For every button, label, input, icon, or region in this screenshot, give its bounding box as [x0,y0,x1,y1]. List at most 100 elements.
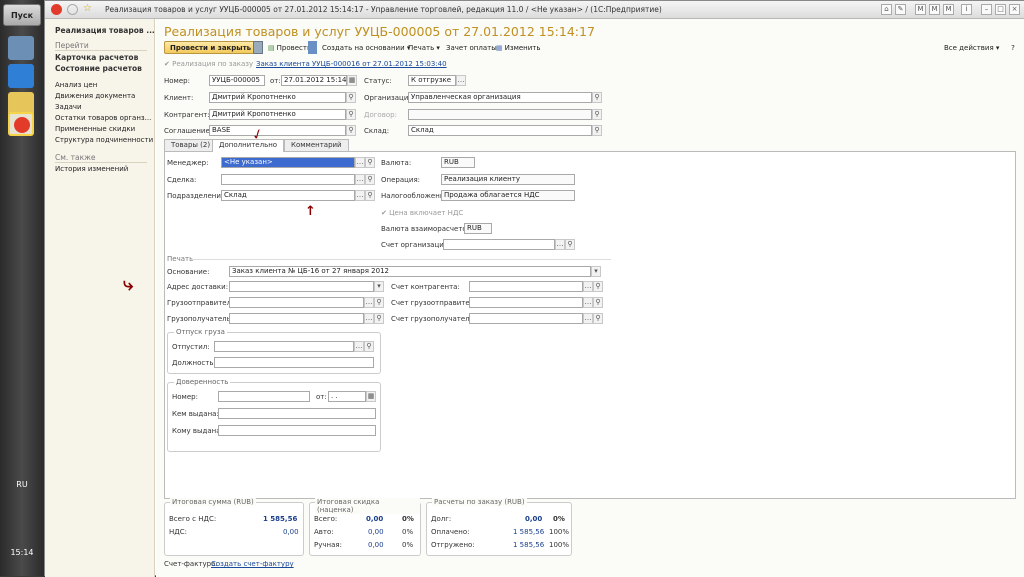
search-icon[interactable]: ⚲ [592,92,602,103]
select-icon[interactable]: … [355,157,365,168]
position-field[interactable] [214,357,374,368]
post-and-close-button[interactable]: Провести и закрыть [164,41,258,54]
released-by-field[interactable] [214,341,354,352]
search-icon[interactable]: ⚲ [593,281,603,292]
search-icon[interactable]: ⚲ [593,313,603,324]
close-icon[interactable]: × [1009,4,1020,15]
operation-field[interactable]: Реализация клиенту [441,174,575,185]
status-select-icon[interactable]: … [456,75,466,86]
clock[interactable]: 15:14 [0,548,44,557]
consignee-account-field[interactable] [469,313,583,324]
star-icon[interactable]: ☆ [83,3,92,14]
select-icon[interactable]: … [364,297,374,308]
status-field[interactable]: К отгрузке [408,75,456,86]
proxy-date-field[interactable]: . . [328,391,366,402]
select-icon[interactable]: … [583,281,593,292]
nav-link[interactable]: Движения документа [55,92,153,100]
maximize-icon[interactable]: □ [995,4,1006,15]
order-link[interactable]: Заказ клиента УУЦБ-000016 от 27.01.2012 … [256,60,447,68]
create-invoice-link[interactable]: Создать счет-фактуру [211,560,294,568]
consignee-field[interactable] [229,313,364,324]
print-menu[interactable]: Печать ▾ [408,41,440,54]
vat-included-checkbox[interactable]: ✔ Цена включает НДС [381,209,463,217]
powershell-icon[interactable] [8,64,34,88]
search-icon[interactable]: ⚲ [374,297,384,308]
order-checkbox[interactable]: ✔ Реализация по заказу [164,60,253,68]
language-indicator[interactable]: RU [0,480,44,489]
search-icon[interactable]: ⚲ [365,157,375,168]
edit-button[interactable]: ▦ Изменить [496,41,541,54]
search-icon[interactable]: ⚲ [346,92,356,103]
nav-link[interactable]: Структура подчиненности [55,136,153,144]
proxy-number-field[interactable] [218,391,310,402]
memory-minus-icon[interactable]: M [943,4,954,15]
memory-plus-icon[interactable]: M [929,4,940,15]
search-icon[interactable]: ⚲ [374,313,384,324]
server-icon[interactable] [8,36,34,60]
edit-icon[interactable]: ✎ [895,4,906,15]
help-icon[interactable]: ? [1008,41,1018,54]
date-field[interactable]: 27.01.2012 15:14:17 [281,75,347,86]
issued-by-field[interactable] [218,408,376,419]
save-icon[interactable] [253,41,263,54]
select-icon[interactable]: … [364,313,374,324]
search-icon[interactable]: ⚲ [346,125,356,136]
org-account-field[interactable] [443,239,555,250]
home-icon[interactable]: ⌂ [881,4,892,15]
taxation-field[interactable]: Продажа облагается НДС [441,190,575,201]
memory-m-icon[interactable]: M [915,4,926,15]
department-field[interactable]: Склад [221,190,355,201]
issued-to-field[interactable] [218,425,376,436]
shipper-account-field[interactable] [469,297,583,308]
1c-app-icon[interactable] [8,112,34,136]
nav-link[interactable]: Примененные скидки [55,125,153,133]
back-icon[interactable] [67,4,78,15]
shipper-field[interactable] [229,297,364,308]
start-button[interactable]: Пуск [3,4,41,26]
nav-link-state[interactable]: Состояние расчетов [55,64,142,73]
nav-link[interactable]: Задачи [55,103,153,111]
search-icon[interactable]: ⚲ [592,109,602,120]
dropdown-arrow-icon[interactable]: ▾ [374,281,384,292]
nav-link[interactable]: Остатки товаров органз... [55,114,153,122]
create-based-on-menu[interactable]: Создать на основании ▾ [322,41,410,54]
settlement-currency-field[interactable]: RUB [464,223,492,234]
number-field[interactable]: УУЦБ-000005 [209,75,265,86]
contractor-account-field[interactable] [469,281,583,292]
select-icon[interactable]: … [354,341,364,352]
calendar-icon[interactable]: ▦ [347,75,357,86]
manager-field[interactable]: <Не указан> [221,157,355,168]
dropdown-arrow-icon[interactable]: ▾ [591,266,601,277]
payment-offset-button[interactable]: Зачет оплаты [446,41,497,54]
select-icon[interactable]: … [355,190,365,201]
organization-field[interactable]: Управленческая организация [408,92,592,103]
nav-link-history[interactable]: История изменений [55,165,153,173]
contractor-field[interactable]: Дмитрий Кропотненко [209,109,346,120]
contract-field[interactable] [408,109,592,120]
search-icon[interactable]: ⚲ [364,341,374,352]
list-icon[interactable] [308,41,317,54]
select-icon[interactable]: … [583,313,593,324]
basis-field[interactable]: Заказ клиента № ЦБ-16 от 27 января 2012 [229,266,591,277]
help-icon[interactable]: i [961,4,972,15]
search-icon[interactable]: ⚲ [565,239,575,250]
calendar-icon[interactable]: ▦ [366,391,376,402]
nav-link[interactable]: Анализ цен [55,81,153,89]
client-field[interactable]: Дмитрий Кропотненко [209,92,346,103]
search-icon[interactable]: ⚲ [346,109,356,120]
tab-goods[interactable]: Товары (2) [164,139,218,151]
post-button[interactable]: ▤ Провести [268,41,312,54]
all-actions-menu[interactable]: Все действия ▾ [944,41,999,54]
deal-field[interactable] [221,174,355,185]
nav-link-card[interactable]: Карточка расчетов [55,53,138,62]
minimize-icon[interactable]: – [981,4,992,15]
agreement-field[interactable]: BASE [209,125,346,136]
select-icon[interactable]: … [555,239,565,250]
search-icon[interactable]: ⚲ [365,190,375,201]
tab-additional[interactable]: Дополнительно [212,139,285,152]
search-icon[interactable]: ⚲ [592,125,602,136]
delivery-address-field[interactable] [229,281,374,292]
tab-comment[interactable]: Комментарий [284,139,349,151]
search-icon[interactable]: ⚲ [365,174,375,185]
select-icon[interactable]: … [355,174,365,185]
